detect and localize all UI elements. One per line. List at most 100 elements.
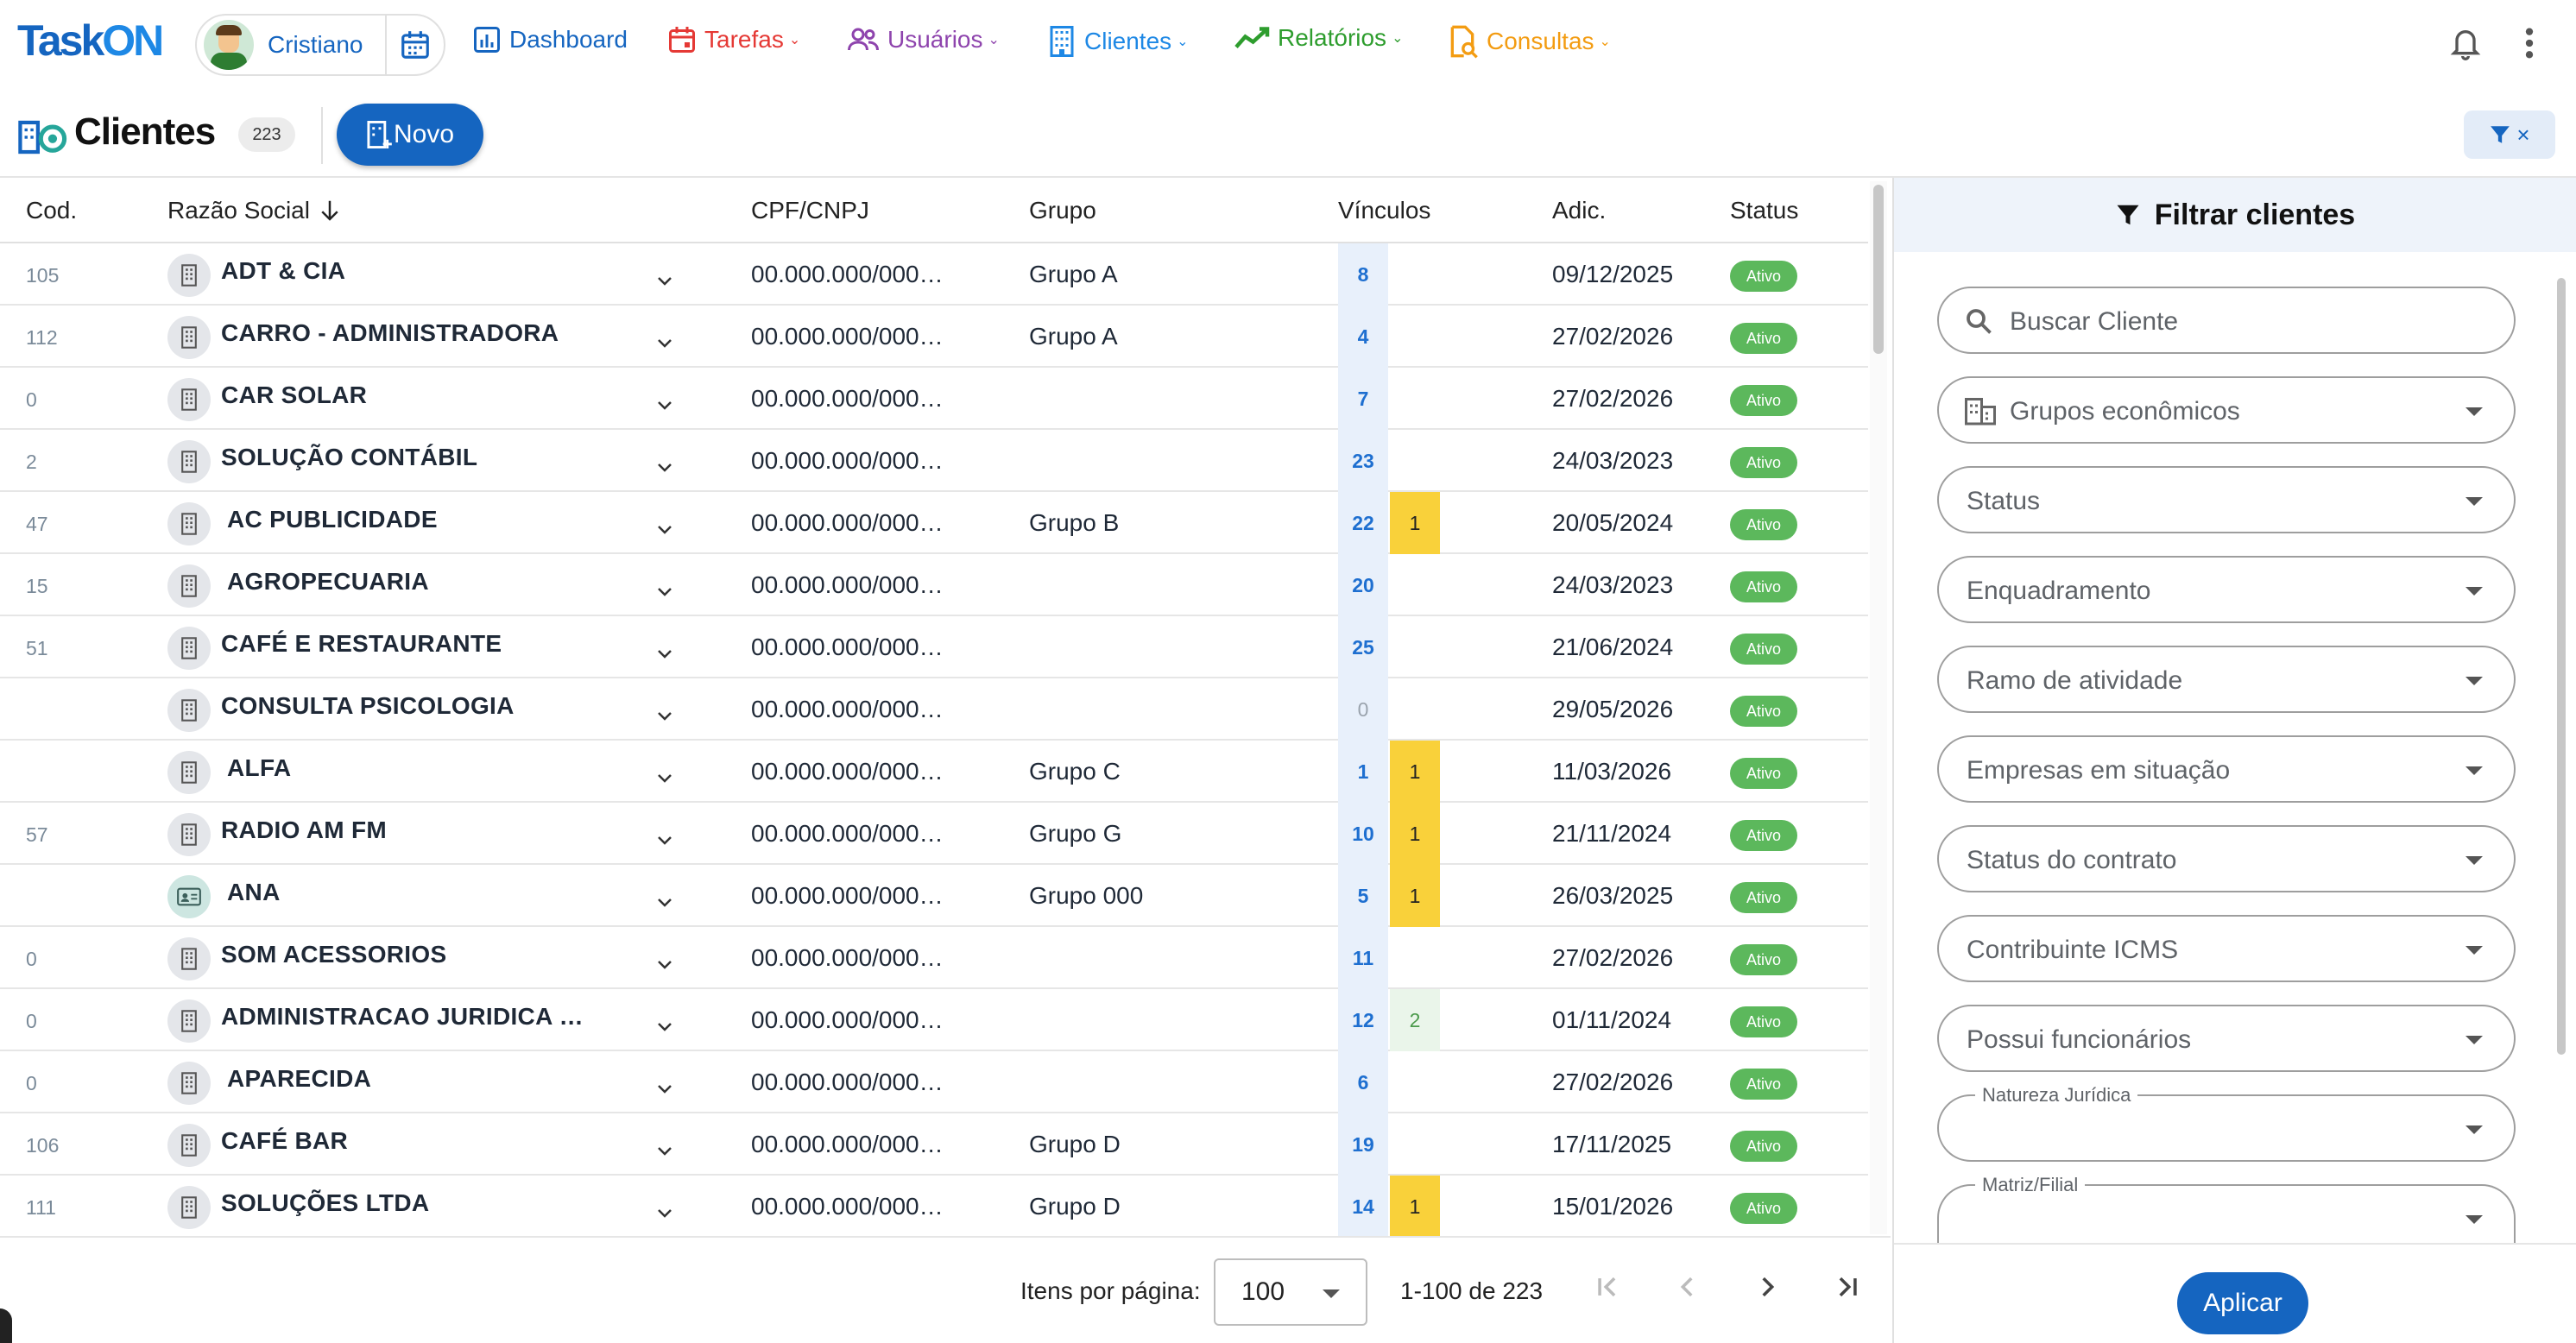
cell-razao-social[interactable]: CARRO - ADMINISTRADORA [221, 319, 559, 347]
col-status[interactable]: Status [1730, 197, 1798, 224]
vinculos-count[interactable]: 20 [1338, 554, 1388, 616]
expand-row-button[interactable] [656, 390, 673, 418]
col-cpf-cnpj[interactable]: CPF/CNPJ [751, 197, 869, 224]
filter-toggle-button[interactable]: × [2464, 110, 2555, 159]
expand-row-button[interactable] [656, 577, 673, 604]
expand-row-button[interactable] [656, 514, 673, 542]
cell-razao-social[interactable]: CAFÉ BAR [221, 1127, 348, 1155]
vinculo-secondary-badge[interactable]: 1 [1390, 1176, 1440, 1236]
vinculos-count[interactable]: 5 [1338, 865, 1388, 927]
vinculos-count[interactable]: 6 [1338, 1051, 1388, 1113]
matriz-filial-select[interactable]: Matriz/Filial [1937, 1174, 2516, 1243]
expand-row-button[interactable] [656, 949, 673, 977]
table-row[interactable]: ANA 00.000.000/000… Grupo 000 5 1 26/03/2025 A… [0, 865, 1868, 927]
search-client-input[interactable]: Buscar Cliente [1937, 287, 2516, 354]
cell-razao-social[interactable]: SOLUÇÃO CONTÁBIL [221, 444, 477, 471]
nav-tarefas[interactable]: Tarefas ⌄ [666, 24, 800, 55]
cell-razao-social[interactable]: ADT & CIA [221, 257, 345, 285]
last-page-button[interactable] [1832, 1272, 1861, 1308]
new-client-button[interactable]: Novo [337, 104, 483, 166]
table-scrollbar[interactable] [1870, 181, 1887, 1234]
expand-row-button[interactable] [656, 825, 673, 853]
expand-row-button[interactable] [656, 328, 673, 356]
expand-row-button[interactable] [656, 1012, 673, 1039]
expand-row-button[interactable] [656, 1136, 673, 1163]
cell-razao-social[interactable]: ALFA [221, 754, 291, 782]
cell-razao-social[interactable]: AC PUBLICIDADE [221, 506, 438, 533]
table-row[interactable]: CONSULTA PSICOLOGIA 00.000.000/000… 0 29/05… [0, 678, 1868, 741]
table-row[interactable]: 51 CAFÉ E RESTAURANTE 00.000.000/000… 25 21/… [0, 616, 1868, 678]
table-row[interactable]: 0 ADMINISTRACAO JURIDICA … 00.000.000/000…… [0, 989, 1868, 1051]
cell-razao-social[interactable]: AGROPECUARIA [221, 568, 429, 596]
status-select[interactable]: Status [1937, 466, 2516, 533]
table-row[interactable]: 2 SOLUÇÃO CONTÁBIL 00.000.000/000… 23 24/03/… [0, 430, 1868, 492]
expand-row-button[interactable] [656, 266, 673, 293]
cell-razao-social[interactable]: CONSULTA PSICOLOGIA [221, 692, 515, 720]
table-row[interactable]: 0 CAR SOLAR 00.000.000/000… 7 27/02/2026 Ativ… [0, 368, 1868, 430]
table-row[interactable]: 57 RADIO AM FM 00.000.000/000… Grupo G 10 1 21… [0, 803, 1868, 865]
vinculos-count[interactable]: 8 [1338, 243, 1388, 306]
expand-row-button[interactable] [656, 701, 673, 728]
cell-razao-social[interactable]: CAR SOLAR [221, 381, 367, 409]
vinculo-secondary-badge[interactable]: 1 [1390, 865, 1440, 927]
nav-usuarios[interactable]: Usuários ⌄ [846, 24, 1000, 55]
expand-row-button[interactable] [656, 763, 673, 791]
next-page-button[interactable] [1752, 1272, 1782, 1308]
table-row[interactable]: 111 SOLUÇÕES LTDA 00.000.000/000… Grupo D 14… [0, 1176, 1868, 1236]
status-contrato-select[interactable]: Status do contrato [1937, 825, 2516, 892]
cell-razao-social[interactable]: ADMINISTRACAO JURIDICA … [221, 1003, 584, 1031]
nav-relatorios[interactable]: Relatórios ⌄ [1233, 24, 1403, 52]
vinculos-count[interactable]: 7 [1338, 368, 1388, 430]
table-row[interactable]: 47 AC PUBLICIDADE 00.000.000/000… Grupo B 2… [0, 492, 1868, 554]
table-row[interactable]: 0 APARECIDA 00.000.000/000… 6 27/02/2026 Ati… [0, 1051, 1868, 1113]
enquadramento-select[interactable]: Enquadramento [1937, 556, 2516, 623]
vinculos-count[interactable]: 11 [1338, 927, 1388, 989]
user-chip[interactable]: Cristiano [195, 14, 445, 76]
col-razao-social[interactable]: Razão Social [167, 197, 343, 224]
vinculo-secondary-badge[interactable]: 1 [1390, 492, 1440, 554]
cell-razao-social[interactable]: SOLUÇÕES LTDA [221, 1189, 429, 1217]
app-logo[interactable]: TaskON [17, 16, 164, 66]
notifications-button[interactable] [2448, 24, 2483, 66]
vinculos-count[interactable]: 12 [1338, 989, 1388, 1051]
vinculos-count[interactable]: 22 [1338, 492, 1388, 554]
first-page-button[interactable] [1594, 1272, 1623, 1308]
vinculos-count[interactable]: 4 [1338, 306, 1388, 368]
cell-razao-social[interactable]: SOM ACESSORIOS [221, 941, 446, 968]
nav-consultas[interactable]: Consultas ⌄ [1445, 24, 1611, 59]
scrollbar-thumb[interactable] [1873, 185, 1884, 354]
vinculos-count[interactable]: 19 [1338, 1113, 1388, 1176]
cell-razao-social[interactable]: ANA [221, 879, 281, 906]
empresas-situacao-select[interactable]: Empresas em situação [1937, 735, 2516, 803]
vinculos-count[interactable]: 14 [1338, 1176, 1388, 1236]
table-row[interactable]: 105 ADT & CIA 00.000.000/000… Grupo A 8 09/12… [0, 243, 1868, 306]
per-page-select[interactable]: 100 [1214, 1258, 1367, 1326]
natureza-juridica-select[interactable]: Natureza Jurídica [1937, 1084, 2516, 1162]
vinculos-count[interactable]: 23 [1338, 430, 1388, 492]
nav-dashboard[interactable]: Dashboard [471, 24, 628, 55]
vinculos-count[interactable]: 0 [1338, 678, 1388, 741]
nav-clientes[interactable]: Clientes ⌄ [1046, 24, 1189, 59]
possui-funcionarios-select[interactable]: Possui funcionários [1937, 1005, 2516, 1072]
vinculos-count[interactable]: 1 [1338, 741, 1388, 803]
vinculo-secondary-badge[interactable]: 2 [1390, 989, 1440, 1051]
expand-row-button[interactable] [656, 887, 673, 915]
vinculos-count[interactable]: 10 [1338, 803, 1388, 865]
col-grupo[interactable]: Grupo [1029, 197, 1096, 224]
apply-button[interactable]: Aplicar [2177, 1272, 2308, 1334]
expand-row-button[interactable] [656, 1198, 673, 1226]
cell-razao-social[interactable]: APARECIDA [221, 1065, 371, 1093]
panel-scrollbar[interactable] [2557, 278, 2569, 1055]
expand-row-button[interactable] [656, 452, 673, 480]
ramo-atividade-select[interactable]: Ramo de atividade [1937, 646, 2516, 713]
table-row[interactable]: 112 CARRO - ADMINISTRADORA 00.000.000/000…… [0, 306, 1868, 368]
economic-groups-select[interactable]: Grupos econômicos [1937, 376, 2516, 444]
table-row[interactable]: 15 AGROPECUARIA 00.000.000/000… 20 24/03/20… [0, 554, 1868, 616]
col-adic[interactable]: Adic. [1552, 197, 1606, 224]
prev-page-button[interactable] [1673, 1272, 1702, 1308]
calendar-button[interactable] [385, 16, 444, 74]
expand-row-button[interactable] [656, 639, 673, 666]
table-row[interactable]: 106 CAFÉ BAR 00.000.000/000… Grupo D 19 17/11… [0, 1113, 1868, 1176]
cell-razao-social[interactable]: CAFÉ E RESTAURANTE [221, 630, 502, 658]
table-row[interactable]: 0 SOM ACESSORIOS 00.000.000/000… 11 27/02/20… [0, 927, 1868, 989]
